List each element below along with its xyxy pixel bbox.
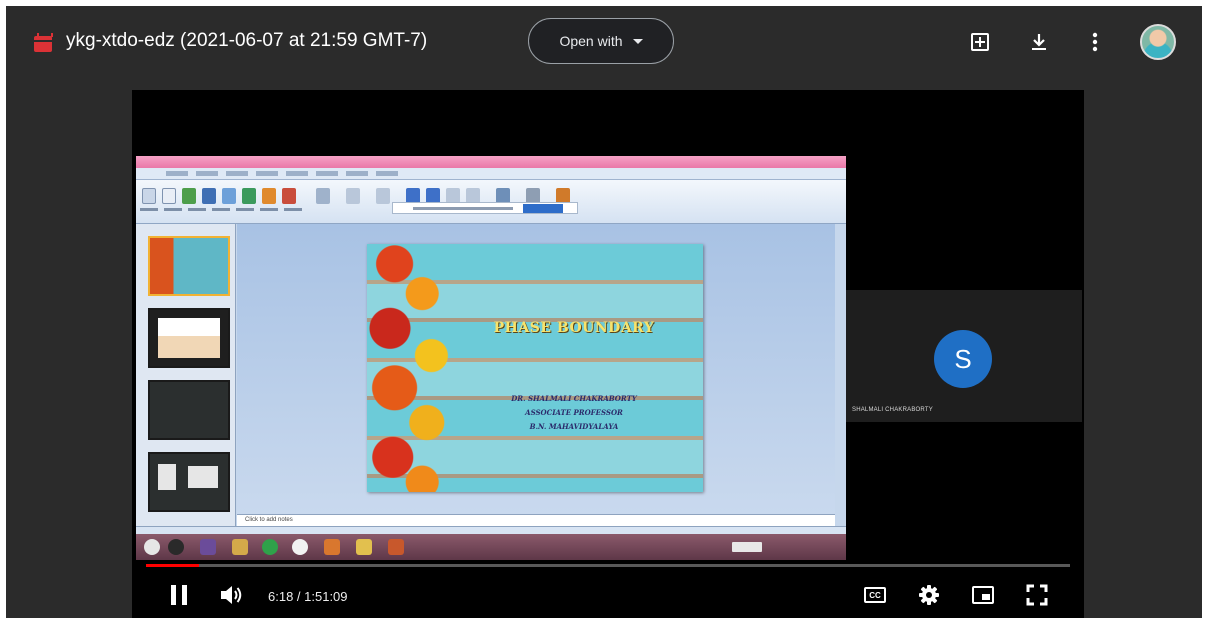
- fullscreen-icon[interactable]: [1022, 580, 1052, 610]
- pause-icon[interactable]: [164, 580, 194, 610]
- settings-icon[interactable]: [914, 580, 944, 610]
- progress-fill: [146, 564, 199, 567]
- volume-icon[interactable]: [216, 580, 246, 610]
- slide-thumbnail: [148, 380, 230, 440]
- windows-taskbar: [136, 534, 846, 560]
- file-title: ykg-xtdo-edz (2021-06-07 at 21:59 GMT-7): [66, 30, 428, 51]
- drive-video-viewer: ykg-xtdo-edz (2021-06-07 at 21:59 GMT-7)…: [6, 6, 1202, 618]
- miniplayer-icon[interactable]: [968, 580, 998, 610]
- caret-down-icon: [632, 38, 643, 44]
- slide-subtitle-line: ASSOCIATE PROFESSOR: [525, 408, 623, 417]
- notes-pane: Click to add notes: [237, 514, 835, 526]
- slide-thumbnail: [148, 308, 230, 368]
- autumn-leaves-image: [367, 244, 459, 492]
- time-display: 6:18 / 1:51:09: [268, 589, 348, 604]
- taskbar-app-icon: [262, 539, 278, 555]
- meeting-participants-panel: S SHALMALI CHAKRABORTY: [844, 90, 1084, 570]
- screen-share-powerpoint: PHASE BOUNDARY DR. SHALMALI CHAKRABORTY …: [136, 156, 846, 560]
- player-controls: 6:18 / 1:51:09 CC: [132, 570, 1084, 618]
- taskbar-app-icon: [356, 539, 372, 555]
- video-file-icon: [34, 33, 53, 52]
- add-comment-icon[interactable]: [968, 30, 992, 54]
- captions-label: CC: [864, 587, 886, 603]
- slide-subtitle-line: B.N. MAHAVIDYALAYA: [529, 422, 619, 431]
- current-slide: PHASE BOUNDARY DR. SHALMALI CHAKRABORTY …: [367, 244, 703, 492]
- start-icon: [144, 539, 160, 555]
- ppt-ribbon: [136, 180, 846, 224]
- taskbar-app-icon: [292, 539, 308, 555]
- slide-subtitle-line: DR. SHALMALI CHAKRABORTY: [511, 394, 637, 403]
- participant-avatar: S: [934, 330, 992, 388]
- participant-name: SHALMALI CHAKRABORTY: [852, 407, 933, 413]
- taskbar-app-icon: [232, 539, 248, 555]
- notes-placeholder: Click to add notes: [245, 517, 293, 523]
- participant-tile: S SHALMALI CHAKRABORTY: [846, 290, 1082, 422]
- ppt-title-bar: [136, 156, 846, 168]
- ppt-ribbon-tabs: [136, 168, 846, 180]
- taskbar-app-icon: [324, 539, 340, 555]
- video-player[interactable]: S SHALMALI CHAKRABORTY PHASE BOUNDARY DR…: [132, 90, 1084, 618]
- slide-editor-area: PHASE BOUNDARY DR. SHALMALI CHAKRABORTY …: [237, 224, 835, 514]
- taskbar-app-icon: [200, 539, 216, 555]
- taskbar-app-icon: [168, 539, 184, 555]
- download-icon[interactable]: [1027, 30, 1051, 54]
- slide-title: PHASE BOUNDARY: [493, 320, 655, 336]
- user-avatar[interactable]: [1140, 24, 1176, 60]
- open-with-button[interactable]: Open with: [528, 18, 674, 64]
- slide-thumbnail: [148, 452, 230, 512]
- system-tray: [732, 542, 762, 552]
- captions-icon[interactable]: CC: [860, 580, 890, 610]
- slide-thumbnail: [148, 236, 230, 296]
- progress-bar[interactable]: [146, 564, 1070, 567]
- taskbar-app-icon: [388, 539, 404, 555]
- more-vert-icon[interactable]: [1083, 30, 1107, 54]
- open-with-label: Open with: [559, 33, 623, 49]
- ppt-status-bar: [136, 526, 846, 534]
- slide-thumbnails-pane: [136, 224, 236, 526]
